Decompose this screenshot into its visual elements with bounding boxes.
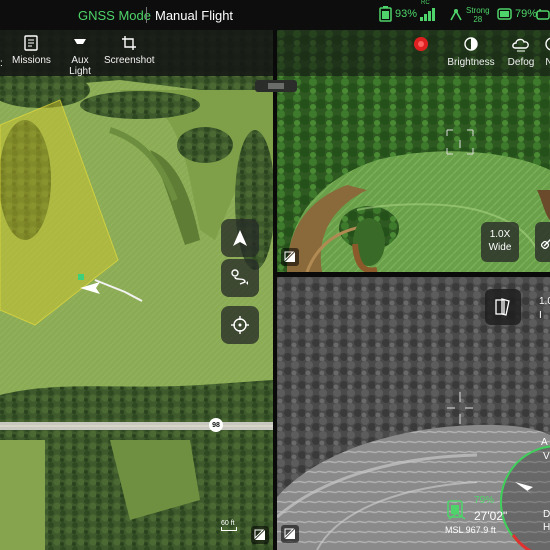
night-icon bbox=[545, 37, 550, 51]
rc-battery-status[interactable]: 79% bbox=[497, 6, 537, 22]
record-icon bbox=[414, 37, 428, 51]
record-button[interactable] bbox=[403, 35, 439, 57]
drag-handle[interactable] bbox=[255, 80, 297, 92]
status-divider bbox=[146, 7, 147, 23]
remote-controller-icon[interactable] bbox=[536, 8, 550, 22]
rc-controller-battery-icon bbox=[497, 8, 512, 20]
rc-battery-value: 79% bbox=[515, 8, 538, 20]
scale-bar bbox=[221, 527, 237, 531]
thermal-battery-percent: 79% bbox=[474, 495, 495, 506]
screenshot-icon bbox=[122, 36, 136, 50]
aircraft-battery-icon bbox=[379, 6, 392, 22]
locate-button[interactable] bbox=[221, 306, 259, 344]
link-button[interactable] bbox=[535, 222, 550, 262]
thermal-camera-view[interactable]: 1.0 I 79% 27'02" MSL 967.9 ft A V D H bbox=[277, 277, 550, 550]
defog-icon bbox=[512, 38, 529, 52]
route-icon bbox=[231, 269, 248, 285]
thermal-zoom-indicator: 1.0 I bbox=[539, 295, 550, 323]
road-number-badge: 98 bbox=[209, 418, 223, 432]
brightness-button[interactable]: Brightness bbox=[445, 35, 497, 68]
screenshot-label: Screenshot bbox=[104, 55, 155, 66]
signal-strength-value: 28 bbox=[473, 15, 483, 24]
zoom-level: 1.0X bbox=[489, 229, 511, 240]
signal-bars-icon bbox=[420, 8, 435, 21]
aircraft-position-icon bbox=[80, 282, 100, 294]
navigation-arrow-icon bbox=[233, 230, 247, 246]
crosshair-locate-icon bbox=[231, 316, 249, 334]
rc-label: RC bbox=[421, 0, 430, 6]
link-icon bbox=[541, 238, 550, 249]
thermal-zoom-level: 1.0 bbox=[539, 296, 550, 307]
screenshot-button[interactable]: Screenshot bbox=[104, 35, 155, 66]
brightness-label: Brightness bbox=[447, 57, 495, 68]
hud-side-label-a: A bbox=[541, 437, 548, 448]
map-scale-label: 60 ft bbox=[221, 520, 235, 527]
missions-icon bbox=[24, 35, 38, 51]
transmission-status[interactable]: Strong 28 bbox=[448, 6, 490, 24]
hud-side-label-v: V bbox=[543, 451, 550, 462]
transmission-icon bbox=[450, 9, 462, 21]
zoom-lens-button[interactable]: 1.0X Wide bbox=[481, 222, 519, 262]
visual-camera-view[interactable]: Brightness Defog N 1.0X Wide bbox=[277, 30, 550, 272]
aircraft-battery-status[interactable]: 93% bbox=[379, 6, 417, 22]
drag-handle-icon bbox=[268, 83, 284, 89]
rc-signal-status[interactable]: RC bbox=[419, 0, 439, 22]
hud-side-label-h: H bbox=[543, 522, 550, 533]
map-scale: 60 ft bbox=[221, 520, 237, 531]
expand-icon bbox=[254, 529, 265, 540]
swap-view-icon bbox=[284, 251, 295, 262]
aux-light-button[interactable]: Aux Light bbox=[60, 35, 100, 77]
night-mode-button[interactable]: N bbox=[542, 35, 550, 68]
north-up-button[interactable] bbox=[221, 219, 259, 257]
zoom-mode: Wide bbox=[488, 242, 512, 253]
drone-battery-icon bbox=[447, 500, 466, 520]
msl-altitude: MSL 967.9 ft bbox=[445, 525, 496, 535]
thermal-swap-button[interactable] bbox=[281, 525, 299, 543]
gnss-mode-label[interactable]: GNSS Mode bbox=[78, 8, 151, 23]
thermal-zoom-mode: I bbox=[539, 310, 542, 321]
flight-time: 27'02" bbox=[474, 509, 508, 523]
missions-label: Missions bbox=[12, 55, 51, 66]
night-label: N bbox=[545, 57, 550, 68]
aux-light-icon bbox=[74, 39, 86, 44]
camera-swap-button[interactable] bbox=[281, 248, 299, 266]
defog-label: Defog bbox=[507, 57, 535, 68]
palette-icon bbox=[495, 298, 510, 316]
aux-light-label: Aux Light bbox=[69, 55, 91, 77]
map-toolbar: : Missions Aux Light Screenshot bbox=[0, 30, 273, 77]
signal-strength-label: Strong bbox=[466, 6, 490, 15]
defog-button[interactable]: Defog bbox=[505, 35, 537, 68]
thermal-palette-button[interactable] bbox=[485, 289, 521, 325]
missions-button[interactable]: Missions bbox=[12, 35, 51, 66]
toolbar-overflow-edge: : bbox=[0, 58, 3, 69]
map-view[interactable]: : Missions Aux Light Screenshot 98 60 ft bbox=[0, 30, 273, 550]
route-button[interactable] bbox=[221, 259, 259, 297]
map-expand-button[interactable] bbox=[251, 526, 269, 544]
swap-view-icon bbox=[284, 528, 295, 539]
aircraft-battery-value: 93% bbox=[395, 8, 418, 20]
camera-toolbar: Brightness Defog N bbox=[277, 30, 550, 76]
brightness-icon bbox=[464, 37, 478, 51]
hud-side-label-d: D bbox=[543, 509, 550, 520]
status-bar: GNSS Mode Manual Flight 93% RC Strong 28… bbox=[0, 0, 550, 30]
flight-mode-label[interactable]: Manual Flight bbox=[155, 8, 233, 23]
